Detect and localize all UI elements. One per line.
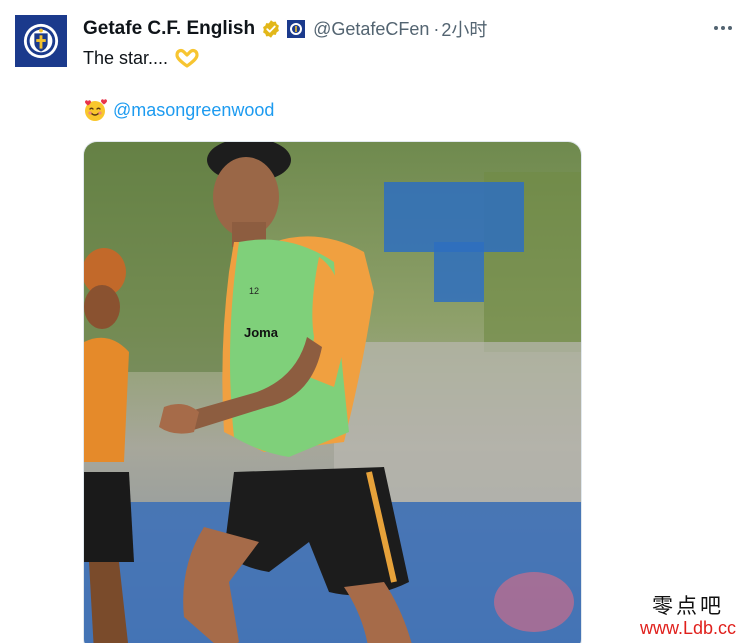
training-photo: Joma 12 [84,142,581,643]
tweet-header: Getafe C.F. English @GetafeCFen · 2小时 [83,16,487,42]
tweet-text: The star.... [83,47,200,69]
getafe-crest-icon [23,23,59,59]
jersey-logo: Joma [244,325,279,340]
timestamp[interactable]: 2小时 [441,16,487,42]
tweet-body: The star.... [83,47,169,68]
mention-line: @masongreenwood [83,98,274,122]
smiling-face-with-hearts-emoji [85,99,107,121]
mention-link[interactable]: @masongreenwood [113,100,274,121]
handle[interactable]: @GetafeCFen [313,19,429,40]
gold-verified-check-icon [263,20,280,38]
tweet-photo[interactable]: Joma 12 [83,141,582,643]
blue-sign-stem [434,242,484,302]
display-name[interactable]: Getafe C.F. English [83,18,255,40]
dot [728,26,732,30]
separator: · [433,18,440,39]
watermark: 零点吧 www.Ldb.cc [640,594,736,639]
tweet-card[interactable]: Getafe C.F. English @GetafeCFen · 2小时 Th… [0,0,750,643]
watermark-url: www.Ldb.cc [639,618,736,639]
blue-sign [384,182,524,252]
more-options-icon[interactable] [708,16,738,40]
pink-blur [494,572,574,632]
dot [714,26,718,30]
avatar[interactable] [15,15,67,67]
jersey-number: 12 [249,286,259,296]
dot [721,26,725,30]
getafe-affiliate-badge-icon[interactable] [287,20,306,38]
affiliate-crest-icon [290,23,303,35]
watermark-title: 零点吧 [651,594,724,619]
heart-hands-emoji [175,48,199,68]
